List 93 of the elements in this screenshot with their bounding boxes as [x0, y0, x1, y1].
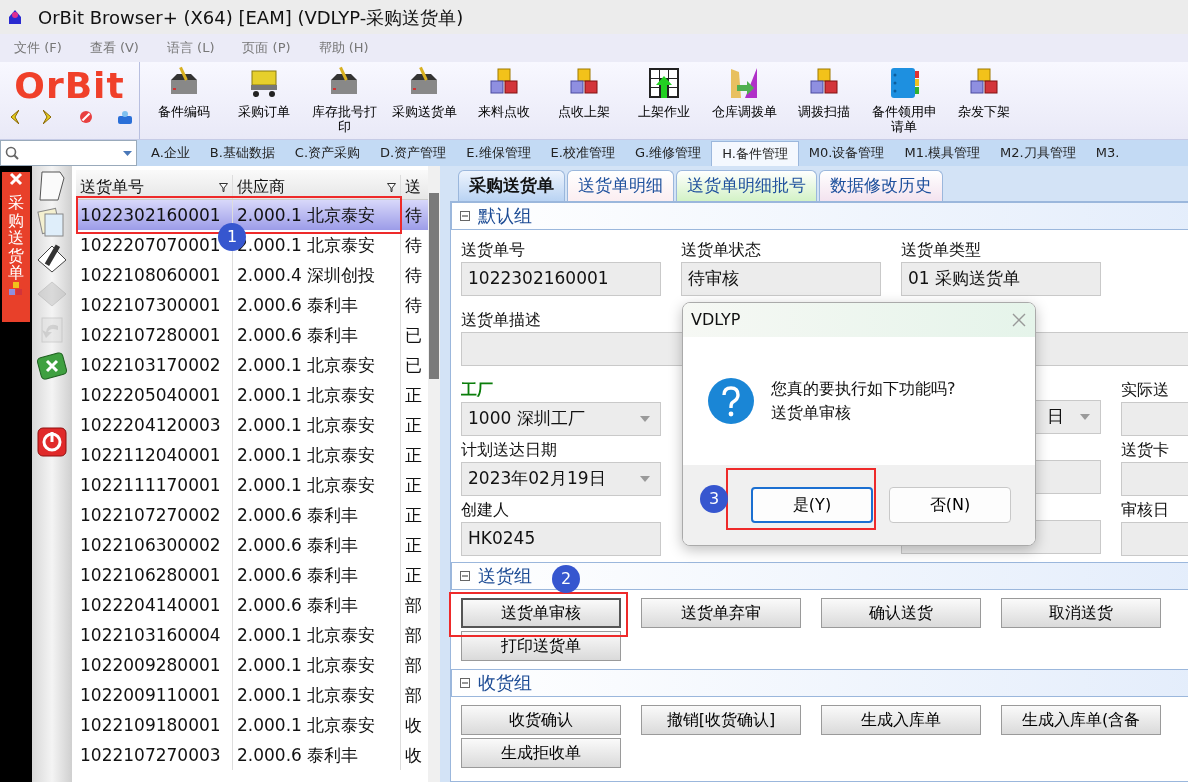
- filter-icon[interactable]: [387, 182, 396, 192]
- toolbar-button[interactable]: 采购送货单: [384, 62, 464, 139]
- menu-item[interactable]: 文件 (F): [0, 38, 76, 58]
- window-title: OrBit Browser+ (X64) [EAM] (VDLYP-采购送货单): [38, 5, 464, 30]
- group-header[interactable]: 默认组: [451, 201, 1188, 230]
- module-tab[interactable]: M0.设备管理: [798, 141, 895, 166]
- grid-icon: [647, 66, 681, 100]
- field-label: 审核日: [1121, 498, 1169, 521]
- action-button[interactable]: 送货单审核: [461, 597, 621, 628]
- toolbar-button[interactable]: 备件领用申请单: [864, 62, 944, 139]
- toolbar-button[interactable]: 调拨扫描: [784, 62, 864, 139]
- column-header[interactable]: 送货单号: [80, 175, 144, 199]
- dialog-button[interactable]: 是(Y): [751, 487, 873, 523]
- input-field[interactable]: 待审核: [681, 261, 881, 296]
- dialog-title: VDLYP: [691, 309, 741, 331]
- module-tab[interactable]: E.维保管理: [456, 141, 541, 166]
- dialog-button[interactable]: 否(N): [889, 487, 1011, 523]
- action-button[interactable]: 打印送货单: [461, 630, 621, 661]
- field-label: 送货单类型: [901, 238, 981, 261]
- field-label: 创建人: [461, 498, 509, 521]
- module-tab[interactable]: B.基础数据: [199, 141, 285, 166]
- dropdown-field[interactable]: 1000 深圳工厂: [461, 401, 661, 436]
- field-label: 计划送达日期: [461, 438, 557, 461]
- input-field[interactable]: HK0245: [461, 521, 661, 556]
- side-tab[interactable]: 采购送货单: [2, 172, 30, 322]
- menu-item[interactable]: 查看 (V): [75, 38, 153, 58]
- pencil-icon[interactable]: [36, 242, 68, 274]
- column-header[interactable]: 供应商: [237, 175, 285, 199]
- module-tab[interactable]: G.维修管理: [624, 141, 712, 166]
- module-tab[interactable]: E.校准管理: [540, 141, 625, 166]
- action-button[interactable]: 生成拒收单: [461, 737, 621, 768]
- field-label: 送货单状态: [681, 238, 761, 261]
- menu-item[interactable]: 语言 (L): [152, 38, 229, 58]
- menu-item[interactable]: 页面 (P): [228, 38, 305, 58]
- dropdown-caret-icon: [123, 150, 132, 156]
- power-icon[interactable]: [36, 426, 68, 458]
- page-icon[interactable]: [36, 170, 68, 202]
- toolbar-button[interactable]: 来料点收: [464, 62, 544, 139]
- form-tab[interactable]: 送货单明细批号: [676, 170, 817, 201]
- action-button[interactable]: 生成入库单: [821, 704, 981, 735]
- field-label: 实际送: [1121, 378, 1169, 401]
- toolbar-button[interactable]: 采购订单: [224, 62, 304, 139]
- form-tab[interactable]: 采购送货单: [458, 170, 565, 201]
- module-tab[interactable]: C.资产采购: [284, 141, 371, 166]
- input-field[interactable]: 01 采购送货单: [901, 261, 1101, 296]
- collapse-icon: [460, 210, 470, 221]
- action-button[interactable]: 收货确认: [461, 704, 621, 735]
- field-label: 送货单号: [461, 238, 525, 261]
- toolbar-button[interactable]: 上架作业: [624, 62, 704, 139]
- action-button[interactable]: 送货单弃审: [641, 597, 801, 628]
- action-button[interactable]: 确认送货: [821, 597, 981, 628]
- dropdown-caret-icon: [640, 415, 650, 422]
- dialog-message: 您真的要执行如下功能吗?: [771, 378, 956, 400]
- form-tab[interactable]: 数据修改历史: [819, 170, 943, 201]
- action-button[interactable]: 撤销[收货确认]: [641, 704, 801, 735]
- dropdown-caret-icon: [640, 475, 650, 482]
- search-icon: [5, 146, 19, 160]
- app-icon: [8, 9, 22, 25]
- menu-item[interactable]: 帮助 (H): [304, 38, 383, 58]
- module-tab[interactable]: M2.刀具管理: [990, 141, 1086, 166]
- action-button[interactable]: 取消送货: [1001, 597, 1161, 628]
- field-label: 工厂: [461, 378, 493, 401]
- input-field[interactable]: 1022302160001: [461, 261, 661, 296]
- scrollbar-thumb[interactable]: [429, 193, 439, 379]
- module-tab[interactable]: A.企业: [141, 141, 200, 166]
- collapse-icon: [460, 677, 470, 688]
- field-label: 送货单描述: [461, 308, 541, 331]
- module-tab[interactable]: M3.: [1085, 141, 1130, 166]
- column-header[interactable]: 送: [405, 175, 421, 199]
- dropdown-caret-icon: [1080, 413, 1090, 420]
- toolbar-button[interactable]: 库存批号打印: [304, 62, 384, 139]
- module-tab[interactable]: H.备件管理: [711, 141, 799, 166]
- logo: OrBit: [14, 66, 125, 106]
- toolbar-button[interactable]: 杂发下架: [944, 62, 1024, 139]
- group-header[interactable]: 收货组: [451, 668, 1188, 697]
- close-icon[interactable]: [1011, 312, 1027, 328]
- toolbar-button[interactable]: 备件编码: [144, 62, 224, 139]
- toolbar-button[interactable]: 点收上架: [544, 62, 624, 139]
- stop-icon[interactable]: [78, 110, 93, 124]
- module-tab[interactable]: M1.模具管理: [894, 141, 991, 166]
- field-label: 送货卡: [1121, 438, 1169, 461]
- filter-icon[interactable]: [219, 182, 228, 192]
- list-row[interactable]: 1022302160001 2.000.1 北京泰安 待: [76, 200, 428, 230]
- search-field[interactable]: [0, 140, 137, 166]
- module-tab[interactable]: D.资产管理: [370, 141, 457, 166]
- form-tab[interactable]: 送货单明细: [567, 170, 674, 201]
- cubes-icon: [9, 281, 23, 296]
- toolbar-button[interactable]: 仓库调拨单: [704, 62, 784, 139]
- question-icon: [707, 377, 755, 425]
- function-name: 送货单审核: [771, 402, 852, 424]
- dropdown-field[interactable]: 2023年02月19日: [461, 461, 661, 496]
- collapse-icon: [460, 570, 470, 581]
- action-button[interactable]: 生成入库单(含备: [1001, 704, 1161, 735]
